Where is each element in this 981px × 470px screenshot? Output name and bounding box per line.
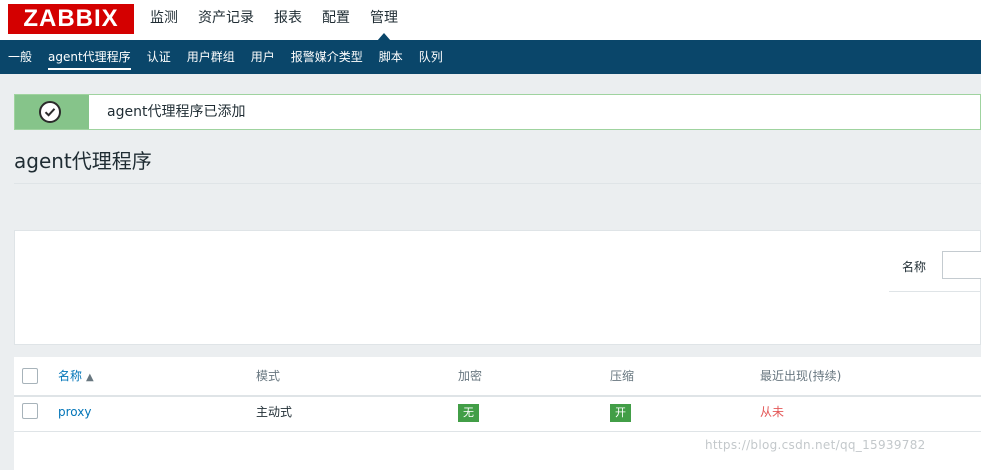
main-menu-administration[interactable]: 管理 — [360, 0, 408, 41]
table-header: 名称 ▲ 模式 加密 压缩 最近出现(持续) — [14, 357, 981, 397]
sub-menu-general[interactable]: 一般 — [0, 40, 40, 74]
sub-menu-authentication[interactable]: 认证 — [139, 40, 179, 74]
sort-name-link[interactable]: 名称 — [58, 369, 82, 383]
proxy-name-link[interactable]: proxy — [58, 395, 91, 429]
compression-badge: 开 — [610, 403, 631, 422]
compression-cell: 开 — [610, 395, 631, 429]
main-menu: 监测 资产记录 报表 配置 管理 — [140, 0, 408, 41]
table-row: proxy 主动式 无 开 从未 — [14, 395, 981, 432]
filter-name-input[interactable] — [942, 251, 981, 279]
success-message: agent代理程序已添加 — [14, 94, 981, 130]
header-encryption: 加密 — [458, 369, 483, 383]
header-compression: 压缩 — [610, 369, 635, 383]
sub-menu-media-types[interactable]: 报警媒介类型 — [283, 40, 371, 74]
main-menu-inventory[interactable]: 资产记录 — [188, 0, 264, 40]
watermark-text: https://blog.csdn.net/qq_15939782 — [705, 438, 926, 452]
zabbix-logo[interactable]: ZABBIX — [8, 4, 134, 34]
proxy-mode: 主动式 — [256, 405, 293, 419]
sort-asc-icon: ▲ — [86, 372, 94, 383]
page-title: agent代理程序 — [14, 149, 152, 173]
sub-menu-scripts[interactable]: 脚本 — [371, 40, 411, 74]
filter-name-label: 名称 — [902, 260, 927, 274]
last-seen-value: 从未 — [760, 405, 785, 419]
filter-panel: 名称 — [14, 230, 981, 345]
header-mode: 模式 — [256, 369, 281, 383]
select-all-checkbox[interactable] — [22, 368, 38, 384]
main-menu-configuration[interactable]: 配置 — [312, 0, 360, 40]
sub-menu-users[interactable]: 用户 — [243, 40, 283, 74]
encryption-badge: 无 — [458, 403, 479, 422]
filter-divider — [889, 291, 981, 292]
sub-menu-proxies[interactable]: agent代理程序 — [40, 40, 139, 74]
encryption-cell: 无 — [458, 395, 479, 429]
sub-menu-queue[interactable]: 队列 — [411, 40, 451, 74]
row-checkbox[interactable] — [22, 403, 38, 419]
proxy-list: 名称 ▲ 模式 加密 压缩 最近出现(持续) proxy 主动式 无 开 从未 — [14, 357, 981, 470]
message-icon-area — [15, 95, 89, 129]
title-divider — [14, 183, 981, 184]
header-last-seen: 最近出现(持续) — [760, 369, 842, 383]
sub-menu-user-groups[interactable]: 用户群组 — [179, 40, 243, 74]
main-menu-reports[interactable]: 报表 — [264, 0, 312, 40]
header-name[interactable]: 名称 ▲ — [58, 357, 94, 397]
message-text: agent代理程序已添加 — [107, 104, 246, 120]
main-menu-monitoring[interactable]: 监测 — [140, 0, 188, 40]
sub-menu: 一般 agent代理程序 认证 用户群组 用户 报警媒介类型 脚本 队列 — [0, 40, 981, 74]
top-header: ZABBIX 监测 资产记录 报表 配置 管理 — [0, 0, 981, 41]
check-circle-icon — [39, 101, 61, 123]
